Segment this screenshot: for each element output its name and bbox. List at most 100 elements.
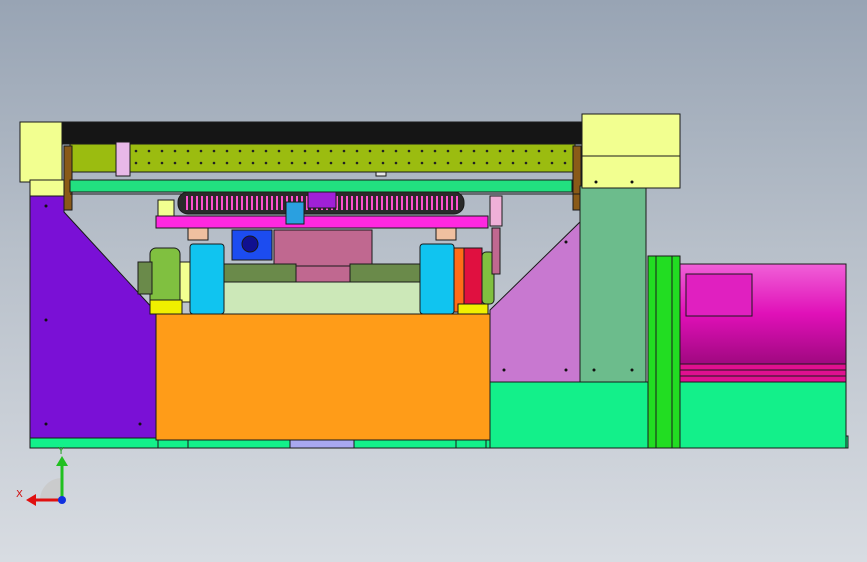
perforation-hole (563, 149, 567, 153)
perforation-hole (537, 149, 541, 153)
perforation-hole (212, 149, 216, 153)
gantry-linear-rail (69, 179, 573, 193)
belt-tooth (186, 196, 188, 210)
perforation-hole (524, 161, 528, 165)
perforation-hole (329, 149, 333, 153)
motor-foot (679, 363, 847, 383)
green-vertical-post (647, 255, 681, 449)
teal-column (579, 185, 647, 383)
perforation-hole (368, 161, 372, 165)
belt-tooth (346, 196, 348, 210)
perforation-hole (381, 149, 385, 153)
belt-tooth (251, 196, 253, 210)
perforation-hole (186, 161, 190, 165)
belt-tooth (191, 196, 193, 210)
perforation-hole (238, 149, 242, 153)
belt-tooth (381, 196, 383, 210)
y-axis-label: Y (57, 446, 65, 457)
belt-tooth (436, 196, 438, 210)
belt-tooth (221, 196, 223, 210)
left-slide-rail (221, 263, 297, 283)
belt-tooth (366, 196, 368, 210)
perforation-hole (420, 161, 424, 165)
belt-tooth (196, 196, 198, 210)
perforation-hole (407, 149, 411, 153)
left-roller-shaft (179, 261, 191, 303)
main-orange-base (155, 313, 491, 441)
perforation-hole (264, 161, 268, 165)
perforation-hole (186, 149, 190, 153)
belt-tooth (281, 196, 283, 210)
belt-tooth (401, 196, 403, 210)
perforation-hole (277, 161, 281, 165)
perforation-hole (472, 149, 476, 153)
belt-tooth (261, 196, 263, 210)
perforation-hole (173, 149, 177, 153)
belt-tooth (426, 196, 428, 210)
belt-tooth (356, 196, 358, 210)
belt-tooth (386, 196, 388, 210)
perforation-hole (537, 161, 541, 165)
perforation-hole (420, 149, 424, 153)
perforation-hole (225, 149, 229, 153)
left-roller-body (149, 247, 181, 307)
belt-tooth (371, 196, 373, 210)
perforation-hole (212, 161, 216, 165)
perforation-hole (485, 149, 489, 153)
right-red-disc (463, 247, 483, 313)
left-bearing-cap (187, 227, 209, 241)
belt-tooth (241, 196, 243, 210)
base-rail-purple-insert (289, 439, 355, 449)
right-slide-rail (349, 263, 423, 283)
right-lilac-brace (489, 220, 581, 383)
perforation-hole (485, 161, 489, 165)
perforation-hole (407, 161, 411, 165)
gantry-perforated-plate (69, 143, 576, 173)
motor-terminal-box (685, 273, 753, 317)
perforation-hole (459, 161, 463, 165)
perforation-hole (342, 161, 346, 165)
right-green-base (489, 381, 649, 449)
perforation-hole (381, 161, 385, 165)
left-support-frame (29, 195, 157, 439)
belt-tooth (361, 196, 363, 210)
belt-tooth (211, 196, 213, 210)
perforation-hole (303, 149, 307, 153)
belt-tooth (236, 196, 238, 210)
right-red-plate (453, 247, 465, 313)
belt-tooth (226, 196, 228, 210)
perforation-hole (355, 149, 359, 153)
perforation-hole (199, 149, 203, 153)
right-bearing-cap (435, 227, 457, 241)
perforation-hole (134, 149, 138, 153)
base-foot-right (455, 439, 487, 449)
belt-tooth (456, 196, 458, 210)
base-foot-left (157, 439, 189, 449)
machine-assembly-drawing: X Y (16, 113, 849, 506)
perforation-hole (498, 161, 502, 165)
carriage-blue-block (285, 201, 305, 225)
cad-viewport[interactable]: X Y (0, 0, 867, 562)
lower-guide-plate (221, 281, 423, 315)
perforation-hole (134, 161, 138, 165)
center-spindle-icon (241, 235, 259, 253)
perforation-hole (550, 161, 554, 165)
perforation-hole (498, 149, 502, 153)
perforation-hole (459, 149, 463, 153)
perforation-hole (225, 161, 229, 165)
top-right-cap-block (581, 113, 681, 157)
coordinate-triad: X Y (16, 446, 68, 506)
belt-tooth (416, 196, 418, 210)
perforation-hole (160, 161, 164, 165)
carriage-plate (155, 215, 489, 229)
perforation-hole (368, 149, 372, 153)
perforation-hole (342, 149, 346, 153)
motor-green-base (679, 381, 847, 449)
perforation-hole (563, 161, 567, 165)
belt-tooth (406, 196, 408, 210)
gantry-top-beam (61, 121, 583, 145)
belt-tooth (256, 196, 258, 210)
belt-tooth (271, 196, 273, 210)
belt-tooth (216, 196, 218, 210)
perforation-hole (147, 149, 151, 153)
